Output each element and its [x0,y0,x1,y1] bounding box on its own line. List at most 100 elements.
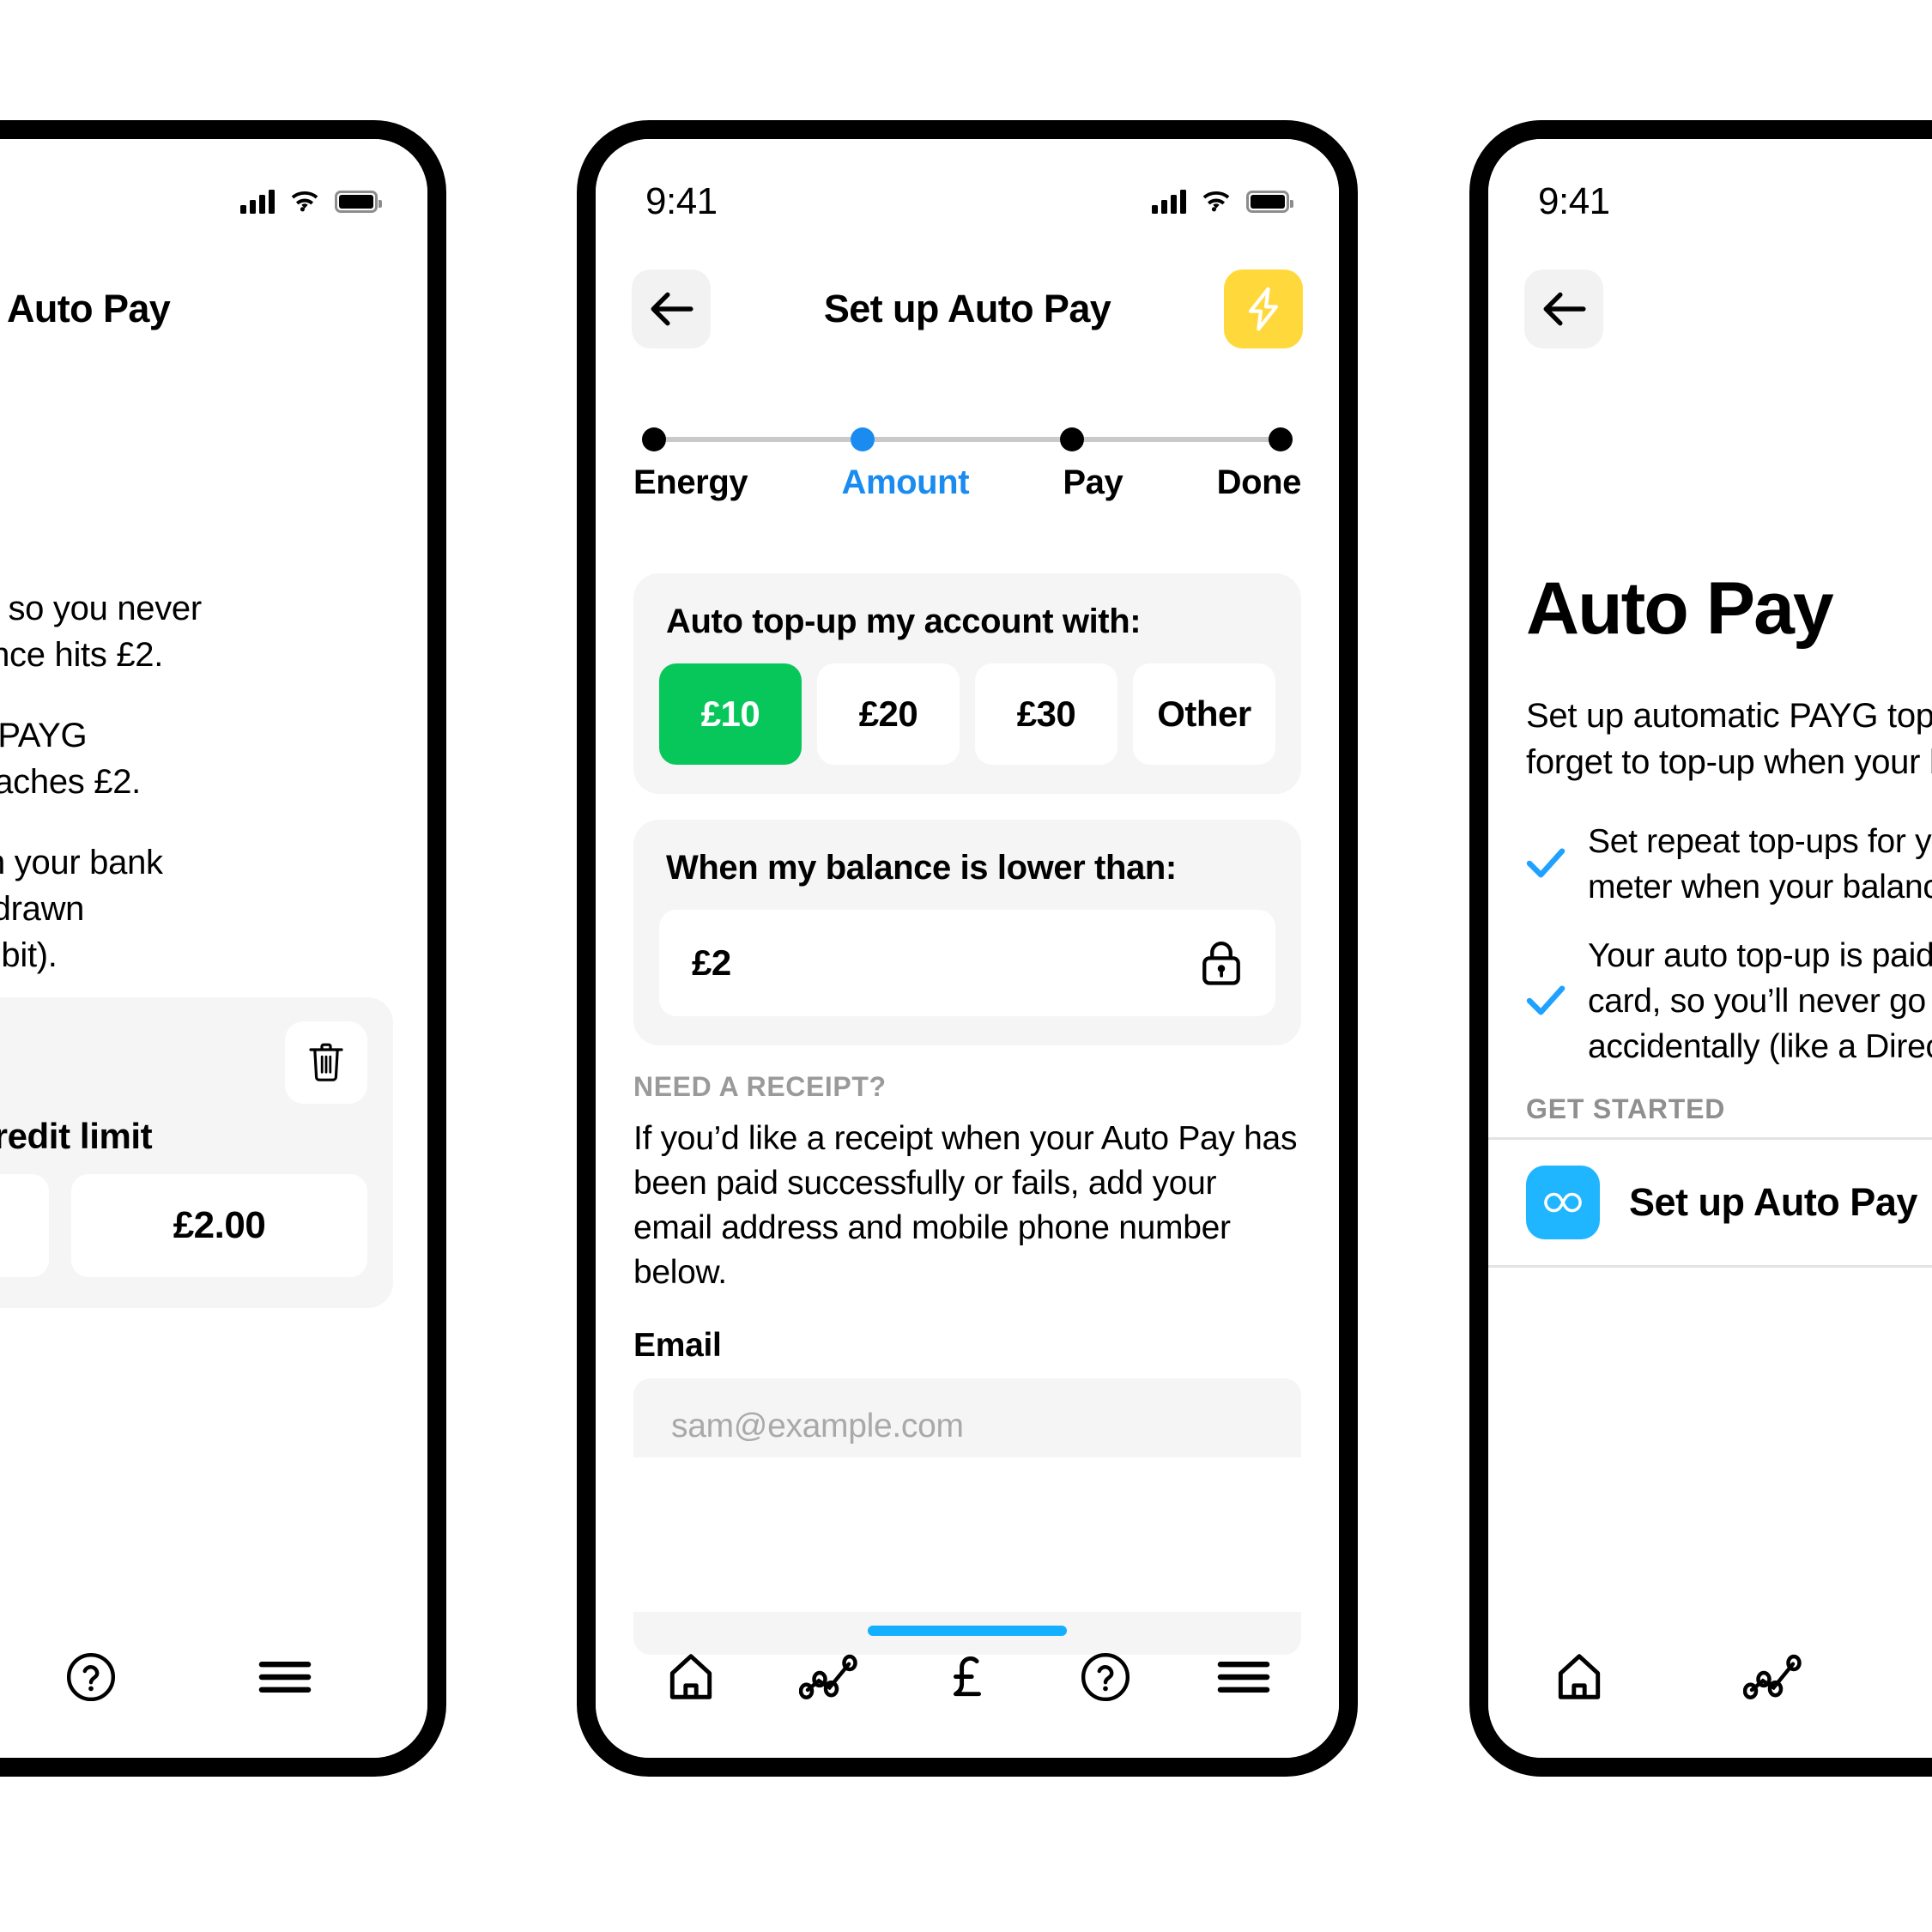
tab-menu[interactable] [244,1636,326,1718]
credit-limit-card: Credit limit £2.00 [0,997,393,1308]
status-icons [1152,190,1293,214]
right-body: Auto Pay Set up automatic PAYG top-u for… [1488,566,1932,1269]
balance-threshold-field[interactable]: £2 [659,910,1275,1016]
status-time: 9:41 [1538,180,1610,222]
battery-icon [1246,191,1293,213]
amount-option-20[interactable]: £20 [817,663,960,765]
tab-home[interactable] [1538,1636,1620,1718]
lock-icon [1202,942,1240,985]
step-line-1 [666,437,851,442]
status-icons [240,190,382,214]
credit-limit-label: Credit limit [0,1116,153,1156]
credit-limit-value-left[interactable] [0,1174,49,1277]
benefit-text: Set repeat top-ups for yo meter when you… [1588,823,1932,905]
status-bar: 9:41 [596,172,1339,232]
step-line-2 [875,437,1060,442]
stepper-labels: Energy Amount Pay Done [633,463,1301,502]
wifi-icon [291,191,318,212]
phone-right-screen: 9:41 Auto Pay Auto Pay Set up automatic … [1488,139,1932,1758]
topup-amount-title: Auto top-up my account with: [666,603,1142,640]
stepper-track [633,422,1301,457]
benefit-item: Set repeat top-ups for yo meter when you… [1526,820,1932,910]
benefits-list: Set repeat top-ups for yo meter when you… [1488,820,1932,1069]
back-button[interactable] [632,270,711,348]
receipt-paragraph: If you’d like a receipt when your Auto P… [633,1120,1298,1291]
tab-help[interactable] [50,1636,132,1718]
phone-left: Auto Pay c PAYG top-ups so you never whe… [0,120,446,1777]
cellular-bars-icon [240,190,275,214]
step-label-pay: Pay [1063,463,1123,501]
step-label-done: Done [1216,463,1302,501]
tab-bar [1488,1626,1932,1729]
battery-icon [335,191,382,213]
hero-title: Auto Pay [1526,567,1834,650]
left-paragraph-3: p-up is paid with your bank ll never go … [0,844,163,974]
tab-pound[interactable] [926,1636,1008,1718]
step-dot-done[interactable] [1268,427,1293,451]
left-paragraph-2: op-ups for your PAYG your balance reache… [0,717,141,801]
lightning-bolt-icon [1248,287,1279,331]
hero-paragraph: Set up automatic PAYG top-u forget to to… [1526,697,1932,781]
step-dot-amount[interactable] [851,427,875,451]
tab-menu[interactable] [1202,1636,1285,1718]
tab-home[interactable] [650,1636,732,1718]
tab-pound[interactable] [1926,1636,1932,1718]
pound-sterling-icon [953,1656,981,1697]
set-up-auto-pay-label: Set up Auto Pay [1629,1180,1917,1225]
screenshot-canvas: Auto Pay c PAYG top-ups so you never whe… [0,0,1932,1932]
step-label-amount: Amount [841,463,970,501]
tab-usage[interactable] [1732,1636,1814,1718]
left-paragraph-1: c PAYG top-ups so you never when your ba… [0,590,202,674]
phone-middle-screen: 9:41 Set up Auto Pay Energy Amount Pay D… [596,139,1339,1758]
benefit-text: Your auto top-up is paid card, so you’ll… [1588,937,1932,1065]
home-icon [1558,1654,1601,1699]
page-title: Set up Auto Pay [823,287,1111,330]
step-label-energy: Energy [633,463,748,501]
delete-limit-button[interactable] [285,1021,367,1104]
infinity-icon [1526,1166,1600,1240]
phone-right: 9:41 Auto Pay Auto Pay Set up automatic … [1469,120,1932,1777]
phone-left-screen: Auto Pay c PAYG top-ups so you never whe… [0,139,427,1758]
topup-amount-card: Auto top-up my account with: £10 £20 £30… [633,573,1301,794]
question-circle-icon [66,1652,116,1702]
hamburger-menu-icon [1218,1662,1270,1693]
tab-bar [596,1626,1339,1729]
back-button[interactable] [1524,270,1603,348]
amount-option-other[interactable]: Other [1133,663,1275,765]
page-title: Auto Pay [1603,287,1932,331]
balance-threshold-title: When my balance is lower than: [666,849,1177,887]
credit-limit-values: £2.00 [0,1174,367,1277]
get-started-eyebrow: GET STARTED [1526,1093,1726,1125]
hamburger-menu-icon [258,1662,312,1693]
home-icon [669,1654,712,1699]
amount-option-10[interactable]: £10 [659,663,802,765]
cellular-bars-icon [1152,190,1186,214]
amount-option-30[interactable]: £30 [975,663,1117,765]
set-up-auto-pay-row[interactable]: Set up Auto Pay [1488,1140,1932,1265]
step-dot-pay[interactable] [1059,427,1084,451]
receipt-eyebrow: NEED A RECEIPT? [633,1071,887,1102]
step-dot-energy[interactable] [642,427,666,451]
app-bar: Auto Pay [0,261,427,357]
page-title: Auto Pay [7,287,171,330]
balance-threshold-card: When my balance is lower than: £2 [633,820,1301,1045]
check-icon [1526,846,1566,883]
tab-help[interactable] [1064,1636,1147,1718]
phone-middle: 9:41 Set up Auto Pay Energy Amount Pay D… [577,120,1358,1777]
check-icon [1526,984,1566,1021]
back-arrow-icon [651,292,693,326]
amount-options: £10 £20 £30 Other [659,663,1275,765]
boost-button[interactable] [1224,270,1303,348]
tab-bar [0,1626,427,1729]
app-bar: Auto Pay [1488,261,1932,357]
app-bar: Set up Auto Pay [596,261,1339,357]
line-chart-dots-icon [798,1654,857,1699]
credit-limit-value[interactable]: £2.00 [71,1174,367,1277]
trash-icon [309,1043,343,1081]
benefit-item: Your auto top-up is paid card, so you’ll… [1526,934,1932,1069]
step-line-3 [1083,437,1269,442]
divider-bottom [1488,1265,1932,1269]
tab-usage[interactable] [788,1636,870,1718]
wifi-icon [1202,191,1230,212]
progress-stepper: Energy Amount Pay Done [596,422,1339,502]
